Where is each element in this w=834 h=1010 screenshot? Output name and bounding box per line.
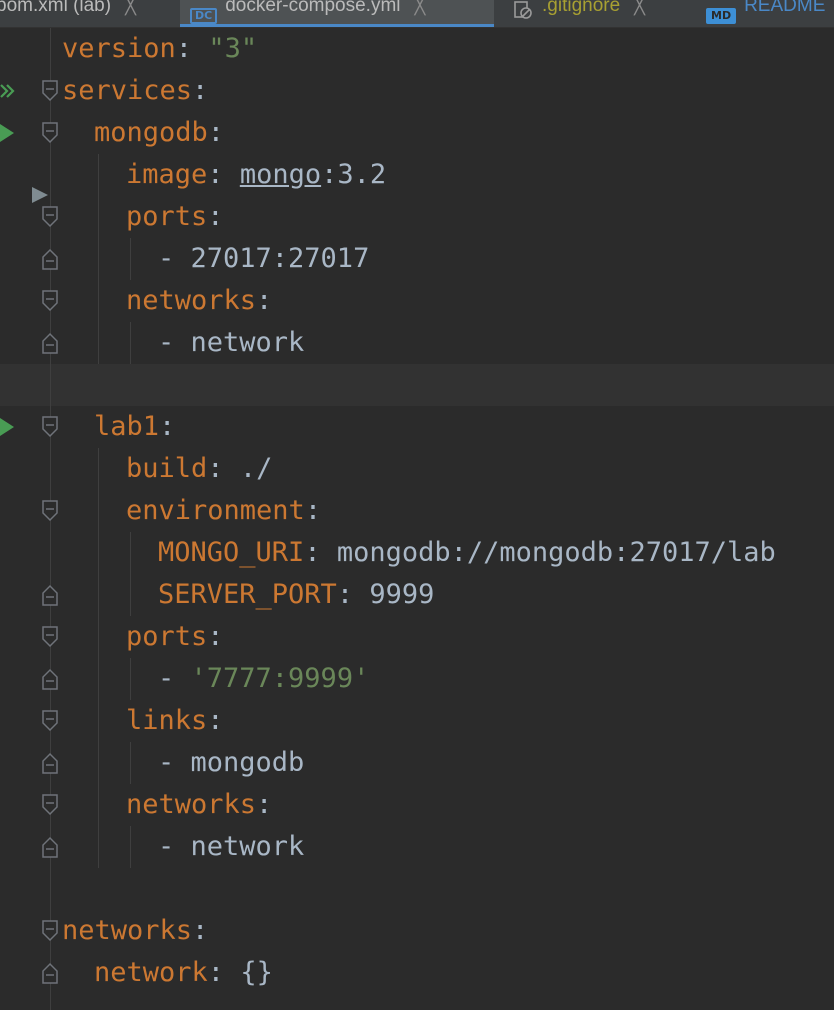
code-line[interactable]: version: "3": [0, 28, 834, 70]
code-line-empty[interactable]: [0, 364, 834, 406]
code-line-empty[interactable]: [0, 868, 834, 910]
tab-readme[interactable]: MD README: [696, 0, 834, 27]
yaml-list-item: - 27017:27017: [158, 243, 370, 274]
close-icon[interactable]: ╳: [125, 0, 136, 16]
tab-docker-compose[interactable]: DC docker-compose.yml ╳: [180, 0, 494, 27]
tab-label: .gitignore: [542, 0, 621, 16]
yaml-key: environment: [126, 495, 305, 526]
yaml-list-item: - mongodb: [158, 747, 305, 778]
code-line[interactable]: networks:: [0, 910, 834, 952]
yaml-key: network: [94, 957, 208, 988]
yaml-key: build: [126, 453, 208, 484]
docker-compose-file-icon: DC: [190, 7, 218, 24]
code-line[interactable]: ports:: [0, 196, 834, 238]
yaml-list-item: - network: [158, 831, 305, 862]
yaml-key: MONGO_URI: [158, 537, 305, 568]
code-line[interactable]: - 27017:27017: [0, 238, 834, 280]
code-line[interactable]: environment:: [0, 490, 834, 532]
yaml-value: 9999: [369, 579, 435, 610]
tab-label: pom.xml (lab): [0, 0, 112, 16]
code-line[interactable]: SERVER_PORT: 9999: [0, 574, 834, 616]
code-line[interactable]: image: mongo:3.2: [0, 154, 834, 196]
yaml-key: services: [62, 75, 193, 106]
yaml-value: {}: [240, 957, 273, 988]
image-tag: :3.2: [321, 159, 387, 190]
code-line[interactable]: mongodb:: [0, 112, 834, 154]
yaml-key: ports: [126, 621, 208, 652]
code-editor[interactable]: version: "3" services: mongodb: image: m…: [0, 28, 834, 1010]
yaml-key: ports: [126, 201, 208, 232]
tab-label: docker-compose.yml: [225, 0, 401, 16]
tab-gitignore[interactable]: .gitignore ╳: [504, 0, 655, 27]
ignore-file-icon: [514, 0, 532, 19]
markdown-file-icon: MD: [706, 7, 737, 24]
yaml-string-value: "3": [208, 33, 258, 64]
yaml-list-item: - network: [158, 327, 305, 358]
yaml-key: networks: [126, 285, 257, 316]
code-line[interactable]: - network: [0, 826, 834, 868]
yaml-key: networks: [126, 789, 257, 820]
yaml-key: image: [126, 159, 208, 190]
code-line[interactable]: networks:: [0, 784, 834, 826]
yaml-value: mongodb://mongodb:27017/lab: [336, 537, 776, 568]
code-line[interactable]: network: {}: [0, 952, 834, 994]
yaml-string-value: '7777:9999': [190, 663, 370, 694]
tab-label: README: [744, 0, 826, 16]
close-icon[interactable]: ╳: [634, 0, 645, 16]
code-line[interactable]: build: ./: [0, 448, 834, 490]
yaml-value: ./: [239, 453, 273, 484]
yaml-key: networks: [62, 915, 193, 946]
code-line[interactable]: - network: [0, 322, 834, 364]
yaml-key: SERVER_PORT: [158, 579, 337, 610]
close-icon[interactable]: ╳: [415, 0, 426, 16]
yaml-key: links: [126, 705, 208, 736]
code-line[interactable]: services:: [0, 70, 834, 112]
code-line[interactable]: - mongodb: [0, 742, 834, 784]
image-link[interactable]: mongo: [240, 159, 321, 190]
yaml-key: lab1: [94, 411, 160, 442]
code-line[interactable]: - '7777:9999': [0, 658, 834, 700]
code-line[interactable]: ports:: [0, 616, 834, 658]
code-line[interactable]: networks:: [0, 280, 834, 322]
tab-pom-xml[interactable]: pom.xml (lab) ╳: [0, 0, 146, 27]
yaml-key: mongodb: [94, 117, 208, 148]
code-line[interactable]: lab1:: [0, 406, 834, 448]
editor-tab-bar: pom.xml (lab) ╳ DC docker-compose.yml ╳ …: [0, 0, 834, 28]
yaml-key: version: [62, 33, 176, 64]
code-line[interactable]: links:: [0, 700, 834, 742]
code-line[interactable]: MONGO_URI: mongodb://mongodb:27017/lab: [0, 532, 834, 574]
